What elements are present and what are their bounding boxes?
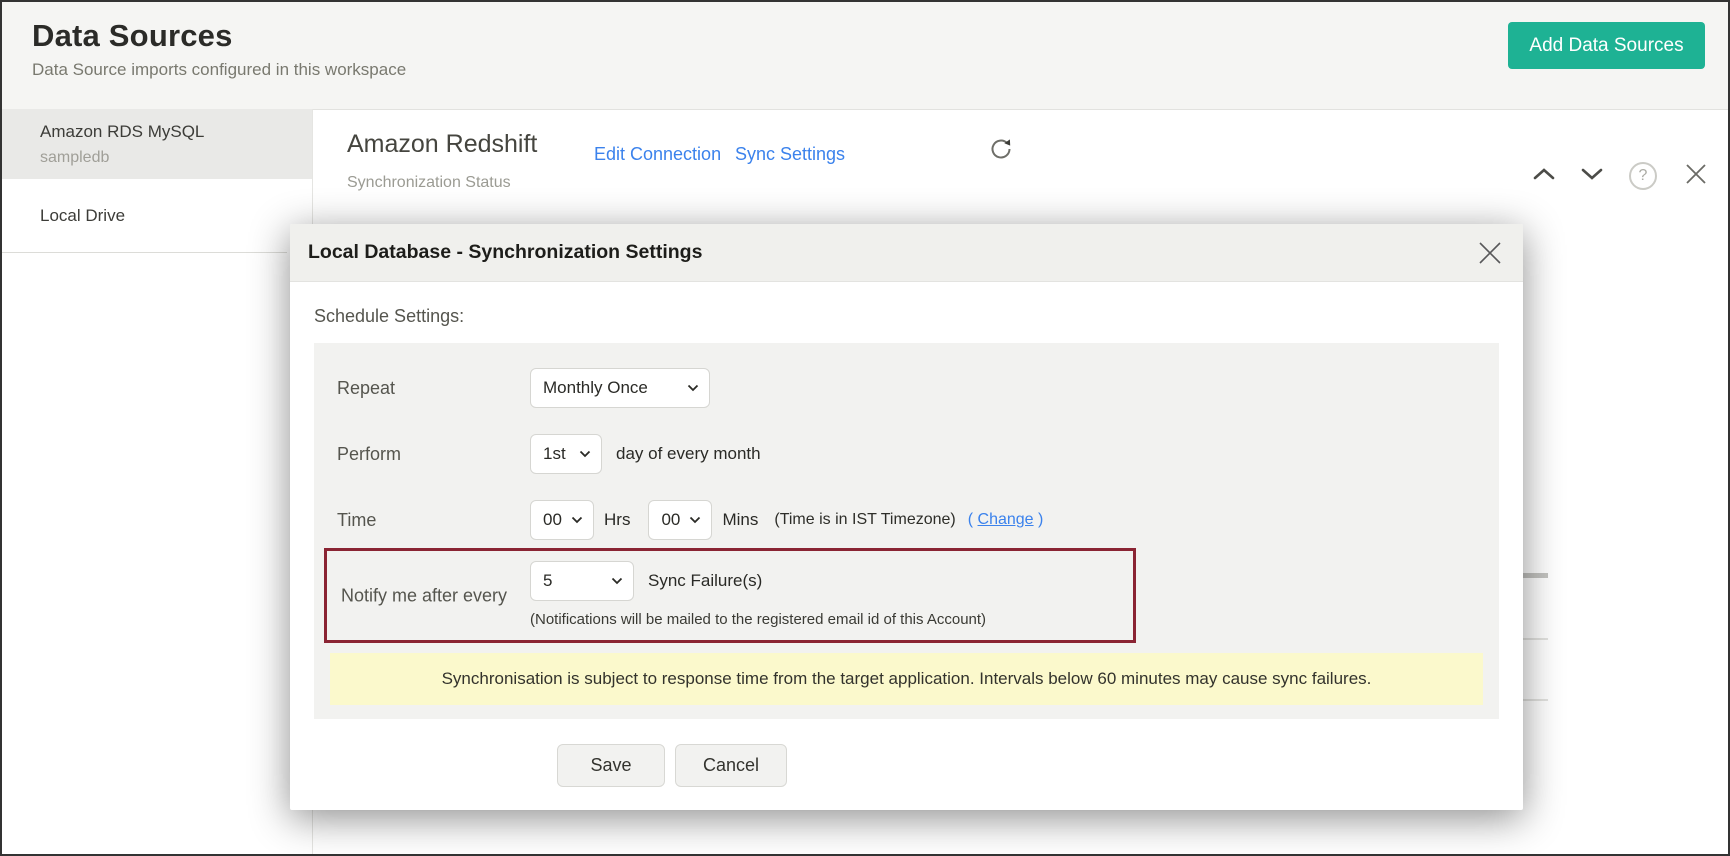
modal-title: Local Database - Synchronization Setting… [308, 241, 702, 264]
chevron-down-icon [689, 516, 701, 524]
change-link-label: Change [978, 511, 1034, 528]
sidebar-item-local-drive[interactable]: Local Drive [2, 179, 312, 251]
sync-warning-banner: Synchronisation is subject to response t… [330, 653, 1483, 705]
perform-day-select-value: 1st [543, 444, 566, 464]
hours-unit-label: Hrs [604, 510, 630, 530]
chevron-down-icon [611, 577, 623, 585]
notify-note: (Notifications will be mailed to the reg… [530, 611, 986, 628]
notify-count-select[interactable]: 5 [530, 561, 634, 601]
screen: Data Sources Data Source imports configu… [0, 0, 1730, 856]
time-row: Time 00 Hrs 00 Mins (Time is in IST Time… [337, 500, 1043, 540]
chevron-down-icon [579, 450, 591, 458]
perform-label: Perform [337, 444, 530, 465]
notify-controls: 5 Sync Failure(s) [530, 561, 762, 601]
perform-row: Perform 1st day of every month [337, 434, 761, 474]
save-button[interactable]: Save [557, 744, 665, 787]
chevron-down-icon[interactable] [1580, 166, 1604, 187]
sidebar-divider [2, 252, 287, 253]
sidebar-item-label: Amazon RDS MySQL [40, 122, 312, 142]
chevron-down-icon [687, 384, 699, 392]
timezone-note: (Time is in IST Timezone) [774, 511, 955, 529]
cancel-button[interactable]: Cancel [675, 744, 787, 787]
modal-header: Local Database - Synchronization Setting… [290, 224, 1523, 282]
chevron-up-icon[interactable] [1532, 166, 1556, 187]
refresh-icon[interactable] [988, 136, 1014, 162]
time-hours-select[interactable]: 00 [530, 500, 594, 540]
sidebar-item-amazon-rds-mysql[interactable]: Amazon RDS MySQL sampledb [2, 109, 312, 179]
page-title: Data Sources [2, 2, 1728, 54]
repeat-select[interactable]: Monthly Once [530, 368, 710, 408]
close-icon[interactable] [1682, 160, 1710, 193]
minutes-unit-label: Mins [722, 510, 758, 530]
add-data-sources-button[interactable]: Add Data Sources [1508, 22, 1705, 69]
repeat-select-value: Monthly Once [543, 378, 648, 398]
sync-settings-link[interactable]: Sync Settings [735, 144, 845, 165]
page-header: Data Sources Data Source imports configu… [2, 2, 1728, 110]
time-hours-select-value: 00 [543, 510, 562, 530]
background-table-edge [1523, 573, 1548, 578]
background-table-edge [1523, 638, 1548, 640]
time-minutes-select[interactable]: 00 [648, 500, 712, 540]
sidebar-item-label: Local Drive [40, 206, 312, 226]
repeat-label: Repeat [337, 378, 530, 399]
modal-close-icon[interactable] [1477, 240, 1503, 266]
notify-highlight-box: Notify me after every 5 Sync Failure(s) … [324, 548, 1136, 643]
help-icon[interactable]: ? [1629, 162, 1657, 190]
schedule-settings-panel: Repeat Monthly Once Perform 1st day of e… [314, 343, 1499, 719]
perform-day-select[interactable]: 1st [530, 434, 602, 474]
repeat-row: Repeat Monthly Once [337, 368, 710, 408]
change-timezone-link[interactable]: ( Change ) [968, 511, 1044, 529]
perform-suffix-text: day of every month [616, 444, 761, 464]
sidebar-item-sublabel: sampledb [40, 149, 312, 167]
change-link-prefix: ( [968, 511, 978, 528]
page-subtitle: Data Source imports configured in this w… [2, 54, 1728, 80]
edit-connection-link[interactable]: Edit Connection [594, 144, 721, 165]
background-table-edge [1523, 699, 1548, 701]
notify-label: Notify me after every [341, 585, 507, 606]
time-minutes-select-value: 00 [661, 510, 680, 530]
sync-settings-modal: Local Database - Synchronization Setting… [290, 224, 1523, 810]
sync-status-label: Synchronization Status [347, 174, 511, 192]
notify-count-select-value: 5 [543, 571, 552, 591]
notify-suffix-text: Sync Failure(s) [648, 571, 762, 591]
chevron-down-icon [571, 516, 583, 524]
change-link-suffix: ) [1034, 511, 1044, 528]
time-label: Time [337, 510, 530, 531]
data-source-title: Amazon Redshift [347, 130, 537, 159]
sidebar: Amazon RDS MySQL sampledb Local Drive [2, 109, 313, 856]
schedule-settings-label: Schedule Settings: [314, 306, 464, 327]
